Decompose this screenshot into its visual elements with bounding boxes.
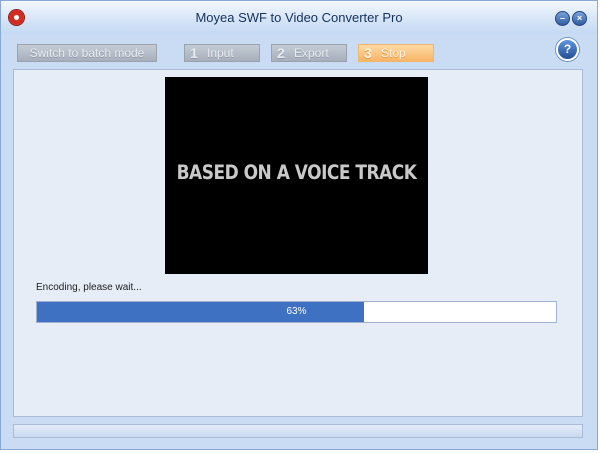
step-export-button[interactable]: 2 Export [271,44,347,62]
step-stop-button[interactable]: 3 Stop [358,44,434,62]
window-title: Moyea SWF to Video Converter Pro [195,10,403,25]
encoding-progress-bar: 63% [36,301,557,323]
encoding-status: Encoding, please wait... [36,282,142,293]
minimize-icon[interactable]: – [555,11,570,26]
video-preview: BASED ON A VOICE TRACK [165,77,428,274]
preview-frame-text: BASED ON A VOICE TRACK [176,161,417,185]
progress-label: 63% [286,306,307,317]
switch-batch-mode-button[interactable]: Switch to batch mode [17,44,157,62]
step-label: Input [207,46,234,60]
step-label: Export [294,46,329,60]
step-input-button[interactable]: 1 Input [184,44,260,62]
step-number: 3 [364,45,372,61]
help-icon[interactable]: ? [556,38,579,61]
step-number: 2 [277,45,285,61]
step-number: 1 [190,45,198,61]
close-icon[interactable]: × [572,11,587,26]
app-window: Moyea SWF to Video Converter Pro – × Swi… [0,0,598,450]
status-bar [13,424,583,438]
step-label: Stop [381,46,406,60]
title-bar: Moyea SWF to Video Converter Pro – × [1,1,597,34]
